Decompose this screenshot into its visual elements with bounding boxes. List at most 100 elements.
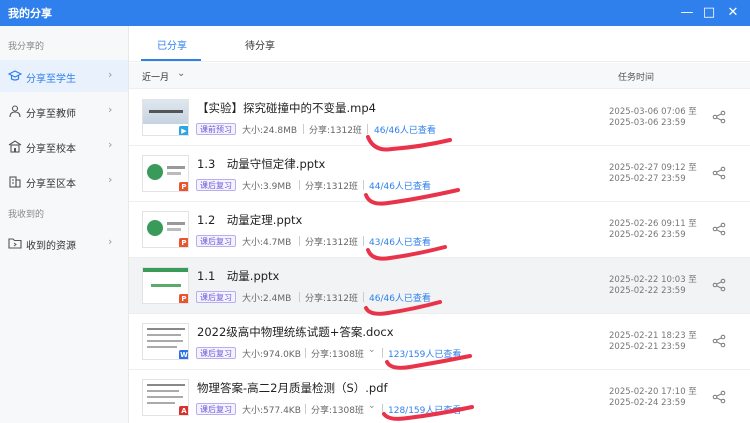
divider — [382, 348, 383, 358]
file-size: 大小:24.8MB — [242, 126, 298, 136]
divider — [363, 292, 364, 302]
divider — [299, 180, 300, 190]
chevron-right-icon: › — [108, 173, 113, 186]
chevron-down-icon[interactable]: ⌄ — [368, 345, 376, 355]
file-thumbnail: P — [142, 267, 189, 304]
file-name[interactable]: 1.1 动量.pptx — [197, 268, 279, 284]
file-size: 大小:2.4MB — [242, 294, 292, 304]
file-thumbnail: W — [142, 323, 189, 360]
task-end-time: 2025-02-22 23:59 — [609, 286, 686, 296]
task-end-time: 2025-02-26 23:59 — [609, 230, 686, 240]
share-icon[interactable] — [712, 334, 726, 348]
file-size: 大小:4.7MB — [242, 238, 292, 248]
ppt-file-icon: P — [179, 182, 188, 191]
window-title: 我的分享 — [8, 7, 52, 20]
table-row[interactable]: ▶ 【实验】探究碰撞中的不变量.mp4 课前预习 大小:24.8MB 分享:13… — [129, 90, 750, 146]
task-start-time: 2025-02-20 17:10 至 — [609, 387, 697, 397]
ppt-file-icon: P — [179, 294, 188, 303]
file-name[interactable]: 1.2 动量定理.pptx — [197, 212, 302, 228]
file-name[interactable]: 物理答案-高二2月质量检测（S）.pdf — [197, 380, 388, 396]
share-target: 分享:1312班 — [305, 182, 358, 192]
district-icon — [9, 176, 21, 188]
file-name[interactable]: 1.3 动量守恒定律.pptx — [197, 156, 325, 172]
sidebar-item-label: 分享至区本 — [26, 179, 76, 190]
table-row[interactable]: P 1.2 动量定理.pptx 课后复习 大小:4.7MB 分享:1312班 4… — [129, 202, 750, 258]
chevron-down-icon[interactable]: ⌄ — [177, 68, 185, 79]
table-row[interactable]: P 1.3 动量守恒定律.pptx 课后复习 大小:3.9MB 分享:1312班… — [129, 146, 750, 202]
divider — [363, 180, 364, 190]
filter-bar: 近一月 ⌄ 任务时间 — [129, 63, 750, 89]
sidebar-item-share-to-school[interactable]: 分享至校本 › — [0, 130, 128, 162]
purpose-tag: 课前预习 — [196, 123, 236, 135]
task-start-time: 2025-02-26 09:11 至 — [609, 219, 697, 229]
share-target: 分享:1312班 — [309, 126, 362, 136]
maximize-icon[interactable]: □ — [698, 2, 720, 24]
sidebar-item-share-to-teachers[interactable]: 分享至教师 › — [0, 95, 128, 127]
view-count-link[interactable]: 46/46人已查看 — [369, 291, 431, 304]
divider — [299, 236, 300, 246]
view-count-link[interactable]: 43/46人已查看 — [369, 235, 431, 248]
task-start-time: 2025-02-22 10:03 至 — [609, 275, 697, 285]
file-thumbnail: A — [142, 379, 189, 416]
date-filter-dropdown[interactable]: 近一月 — [142, 70, 169, 83]
file-thumbnail: P — [142, 155, 189, 192]
task-end-time: 2025-02-24 23:59 — [609, 398, 686, 408]
table-row[interactable]: P 1.1 动量.pptx 课后复习 大小:2.4MB 分享:1312班 46/… — [129, 258, 750, 314]
chevron-down-icon[interactable]: ⌄ — [368, 401, 376, 411]
view-count-link[interactable]: 44/46人已查看 — [369, 179, 431, 192]
cap-icon — [8, 70, 22, 81]
file-name[interactable]: 【实验】探究碰撞中的不变量.mp4 — [197, 100, 376, 116]
sidebar-item-label: 收到的资源 — [26, 241, 76, 252]
word-file-icon: W — [179, 350, 188, 359]
divider — [305, 404, 306, 414]
share-target: 分享:1312班 — [305, 294, 358, 304]
teacher-icon — [9, 105, 21, 118]
sidebar-item-label: 分享至学生 — [26, 74, 76, 85]
share-target: 分享:1308班 — [311, 350, 364, 360]
purpose-tag: 课后复习 — [196, 291, 236, 303]
share-icon[interactable] — [712, 110, 726, 124]
sidebar-item-label: 分享至校本 — [26, 144, 76, 155]
minimize-icon[interactable]: — — [676, 2, 698, 24]
table-row[interactable]: W 2022级高中物理统练试题+答案.docx 课后复习 大小:974.0KB … — [129, 314, 750, 370]
sidebar-item-share-to-district[interactable]: 分享至区本 › — [0, 165, 128, 197]
task-end-time: 2025-03-06 23:59 — [609, 118, 686, 128]
ppt-file-icon: P — [179, 238, 188, 247]
title-bar: 我的分享 — □ ✕ — [0, 0, 750, 26]
task-end-time: 2025-02-21 23:59 — [609, 342, 686, 352]
share-target: 分享:1312班 — [305, 238, 358, 248]
divider — [367, 124, 368, 134]
view-count-link[interactable]: 128/159人已查看 — [388, 403, 461, 416]
file-thumbnail: ▶ — [142, 99, 189, 136]
tab-pending[interactable]: 待分享 — [245, 37, 275, 52]
file-size: 大小:974.0KB — [242, 350, 301, 360]
tab-active-indicator — [141, 59, 201, 61]
chevron-right-icon: › — [108, 103, 113, 116]
share-icon[interactable] — [712, 390, 726, 404]
chevron-right-icon: › — [108, 235, 113, 248]
video-file-icon: ▶ — [179, 126, 188, 135]
sidebar-item-received-resources[interactable]: 收到的资源 › — [0, 227, 128, 259]
main-panel: 已分享 待分享 近一月 ⌄ 任务时间 ▶ 【实验】探究碰撞中的不变量.mp4 课… — [129, 26, 750, 423]
chevron-right-icon: › — [108, 68, 113, 81]
task-end-time: 2025-02-27 23:59 — [609, 174, 686, 184]
divider — [299, 292, 300, 302]
school-icon — [8, 140, 22, 153]
tab-bar: 已分享 待分享 — [129, 26, 750, 62]
table-row[interactable]: A 物理答案-高二2月质量检测（S）.pdf 课后复习 大小:577.4KB 分… — [129, 370, 750, 423]
share-icon[interactable] — [712, 222, 726, 236]
file-thumbnail: P — [142, 211, 189, 248]
divider — [363, 236, 364, 246]
share-icon[interactable] — [712, 166, 726, 180]
share-icon[interactable] — [712, 278, 726, 292]
view-count-link[interactable]: 123/159人已查看 — [388, 347, 461, 360]
file-name[interactable]: 2022级高中物理统练试题+答案.docx — [197, 324, 394, 340]
close-icon[interactable]: ✕ — [722, 2, 744, 24]
view-count-link[interactable]: 46/46人已查看 — [374, 123, 436, 136]
pdf-file-icon: A — [179, 406, 188, 415]
file-size: 大小:3.9MB — [242, 182, 292, 192]
sidebar-item-share-to-students[interactable]: 分享至学生 › — [0, 60, 128, 92]
divider — [382, 404, 383, 414]
tab-shared[interactable]: 已分享 — [157, 37, 187, 52]
divider — [305, 348, 306, 358]
